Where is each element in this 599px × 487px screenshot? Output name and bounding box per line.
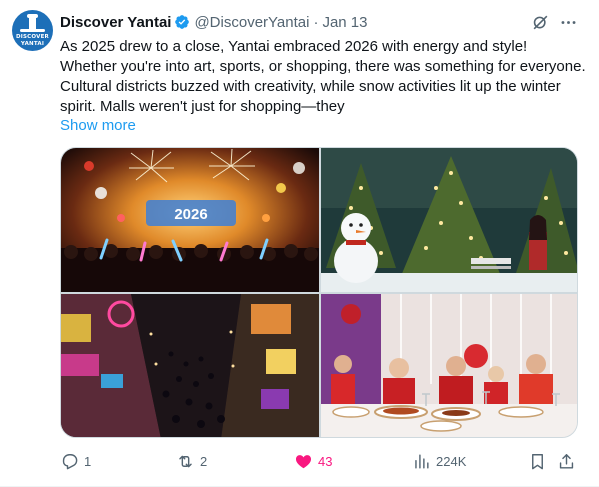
retweet-icon [179,455,192,467]
avatar-logo-text-1: DISCOVER [16,34,49,40]
reply-count: 1 [84,453,92,469]
share-icon [559,453,574,469]
bookmark-button[interactable] [528,449,547,473]
concert-screen-caption: 2026 [174,206,207,223]
show-more-link[interactable]: Show more [60,116,136,136]
retweet-count: 2 [200,453,208,469]
views-count: 224K [436,453,467,469]
lighthouse-icon [29,16,36,29]
family-dinner-photo[interactable] [321,294,577,437]
tweet-text: As 2025 drew to a close, Yantai embraced… [60,38,586,115]
tweet-date[interactable]: Jan 13 [322,14,367,31]
reply-button[interactable]: 1 [60,449,91,473]
tweet-card[interactable]: DISCOVER YANTAI Discover Yantai @Discove… [0,0,599,487]
retweet-button[interactable]: 2 [176,449,207,473]
separator-dot: · [313,13,319,31]
concert-photo[interactable]: 2026 [61,148,319,292]
media-grid: 2026 [60,147,578,438]
verified-badge-icon [174,14,190,30]
tweet-header: Discover Yantai @DiscoverYantai · Jan 13 [60,11,368,33]
user-handle[interactable]: @DiscoverYantai [194,14,309,31]
display-name[interactable]: Discover Yantai [60,14,171,31]
share-button[interactable] [557,449,576,473]
views-button[interactable]: 224K [412,449,466,473]
heart-icon [295,454,312,468]
avatar-logo-text-2: YANTAI [20,41,45,47]
snowman-christmas-photo[interactable] [321,148,577,292]
grok-icon[interactable] [529,11,551,33]
like-button[interactable]: 43 [294,449,332,473]
tweet-actions: 1 2 43 224K [60,449,580,473]
wave-icon [20,29,45,32]
night-street-photo[interactable] [61,294,319,437]
views-icon [415,453,429,469]
reply-icon [62,453,78,469]
like-count: 43 [318,453,333,469]
bookmark-icon [532,453,543,469]
avatar[interactable]: DISCOVER YANTAI [12,10,53,51]
more-icon[interactable] [557,11,579,33]
